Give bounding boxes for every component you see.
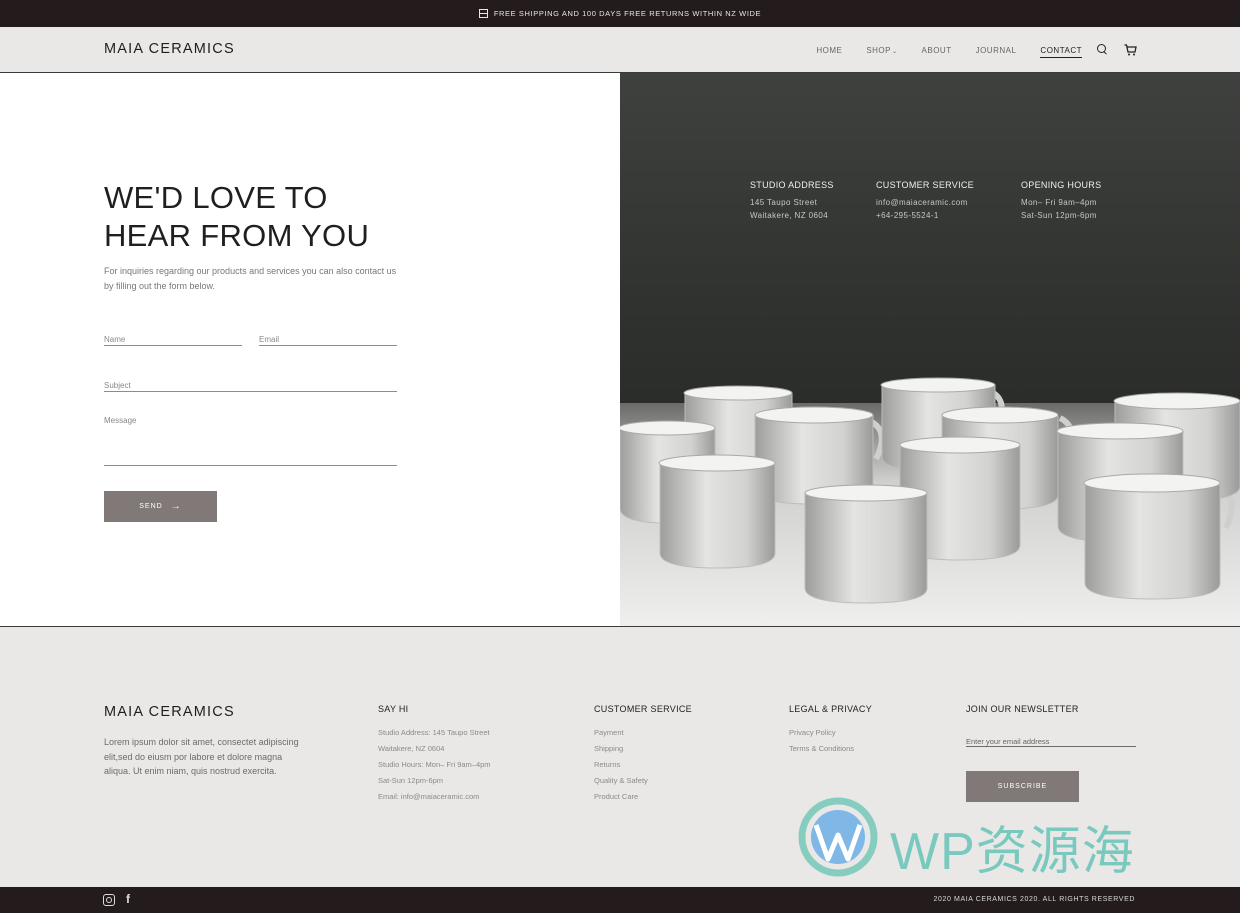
contact-description: For inquiries regarding our products and… <box>104 266 397 291</box>
opening-hours-heading: OPENING HOURS <box>1021 180 1102 190</box>
send-button[interactable]: SEND → <box>104 491 217 522</box>
hero-image: STUDIO ADDRESS 145 Taupo Street Waitaker… <box>620 73 1240 626</box>
newsletter-email-input[interactable] <box>966 737 1136 746</box>
subject-input[interactable] <box>104 381 397 390</box>
title-line-2: HEAR FROM YOU <box>104 218 370 253</box>
package-icon <box>478 9 488 18</box>
studio-address-line2: Waitakere, NZ 0604 <box>750 211 829 220</box>
instagram-icon[interactable] <box>103 894 115 906</box>
search-icon[interactable] <box>1096 43 1110 57</box>
studio-address-heading: STUDIO ADDRESS <box>750 180 834 190</box>
nav-contact[interactable]: CONTACT <box>1040 46 1082 58</box>
watermark: WP资源海 <box>798 797 1228 887</box>
chevron-down-icon: ⌄ <box>891 48 898 55</box>
footer-say-hi: SAY HI Studio Address: 145 Taupo Street … <box>378 704 491 805</box>
wordpress-logo-icon <box>798 797 878 877</box>
studio-address-block: STUDIO ADDRESS 145 Taupo Street Waitaker… <box>750 180 834 222</box>
mugs-illustration <box>620 377 1240 626</box>
announcement-bar: FREE SHIPPING AND 100 DAYS FREE RETURNS … <box>0 0 1240 27</box>
link-payment[interactable]: Payment <box>594 725 692 741</box>
link-terms[interactable]: Terms & Conditions <box>789 741 872 757</box>
nav-shop[interactable]: SHOP⌄ <box>866 46 897 55</box>
say-hi-heading: SAY HI <box>378 704 409 714</box>
footer-customer-service: CUSTOMER SERVICE Payment Shipping Return… <box>594 704 692 805</box>
opening-hours-weekday: Mon– Fri 9am–4pm <box>1021 198 1097 207</box>
site-footer: MAIA CERAMICS Lorem ipsum dolor sit amet… <box>0 626 1240 887</box>
link-quality-safety[interactable]: Quality & Safety <box>594 773 692 789</box>
facebook-icon[interactable]: f <box>126 893 138 905</box>
opening-hours-weekend: Sat-Sun 12pm-6pm <box>1021 211 1097 220</box>
cart-icon-svg <box>1124 44 1137 56</box>
name-field-wrap <box>104 329 242 346</box>
newsletter-field-wrap <box>966 731 1136 747</box>
say-hi-weekend: Sat-Sun 12pm-6pm <box>378 776 444 785</box>
customer-service-phone[interactable]: +64-295-5524-1 <box>876 209 974 222</box>
nav-home[interactable]: HOME <box>816 46 842 55</box>
site-header: MAIA CERAMICS HOME SHOP⌄ ABOUT JOURNAL C… <box>0 27 1240 73</box>
page-title: WE'D LOVE TO HEAR FROM YOU <box>104 179 434 255</box>
opening-hours-block: OPENING HOURS Mon– Fri 9am–4pm Sat-Sun 1… <box>1021 180 1101 222</box>
email-field-wrap <box>259 329 397 346</box>
say-hi-hours: Studio Hours: Mon– Fri 9am–4pm <box>378 760 491 769</box>
main-nav: HOME SHOP⌄ ABOUT JOURNAL CONTACT <box>792 27 1138 73</box>
customer-service-email[interactable]: info@maiaceramic.com <box>876 196 974 209</box>
customer-service-footer-heading: CUSTOMER SERVICE <box>594 704 692 714</box>
nav-about[interactable]: ABOUT <box>922 46 952 55</box>
title-line-1: WE'D LOVE TO <box>104 180 328 215</box>
copyright-text: 2020 MAIA CERAMICS 2020. ALL RIGHTS RESE… <box>933 896 1135 903</box>
subject-field-wrap <box>104 375 397 392</box>
say-hi-address: Studio Address: 145 Taupo Street <box>378 728 490 737</box>
nav-shop-label: SHOP <box>866 45 891 55</box>
footer-legal: LEGAL & PRIVACY Privacy Policy Terms & C… <box>789 704 872 757</box>
footer-newsletter: JOIN OUR NEWSLETTER <box>966 704 1079 725</box>
nav-journal[interactable]: JOURNAL <box>976 46 1017 55</box>
customer-service-block: CUSTOMER SERVICE info@maiaceramic.com +6… <box>876 180 974 222</box>
contact-form-section: WE'D LOVE TO HEAR FROM YOU For inquiries… <box>0 73 620 626</box>
say-hi-email[interactable]: Email: info@maiaceramic.com <box>378 789 491 805</box>
link-shipping[interactable]: Shipping <box>594 741 692 757</box>
link-privacy-policy[interactable]: Privacy Policy <box>789 725 872 741</box>
email-input[interactable] <box>259 335 397 344</box>
legal-heading: LEGAL & PRIVACY <box>789 704 873 714</box>
customer-service-heading: CUSTOMER SERVICE <box>876 180 974 190</box>
newsletter-heading: JOIN OUR NEWSLETTER <box>966 704 1079 714</box>
announcement-text: FREE SHIPPING AND 100 DAYS FREE RETURNS … <box>493 9 762 18</box>
footer-about-text: Lorem ipsum dolor sit amet, consectet ad… <box>104 737 299 776</box>
studio-address-line1: 145 Taupo Street <box>750 198 818 207</box>
message-field-wrap <box>104 416 397 466</box>
site-logo[interactable]: MAIA CERAMICS <box>104 41 235 57</box>
link-returns[interactable]: Returns <box>594 757 692 773</box>
arrow-right-icon: → <box>170 500 182 512</box>
footer-logo[interactable]: MAIA CERAMICS <box>104 704 235 720</box>
link-product-care[interactable]: Product Care <box>594 789 692 805</box>
send-button-label: SEND <box>139 503 163 510</box>
say-hi-city: Waitakere, NZ 0604 <box>378 744 445 753</box>
cart-icon[interactable] <box>1124 43 1138 57</box>
copyright-bar: f 2020 MAIA CERAMICS 2020. ALL RIGHTS RE… <box>0 887 1240 913</box>
name-input[interactable] <box>104 335 242 344</box>
message-input[interactable] <box>104 416 397 443</box>
watermark-text: WP资源海 <box>890 823 1135 881</box>
